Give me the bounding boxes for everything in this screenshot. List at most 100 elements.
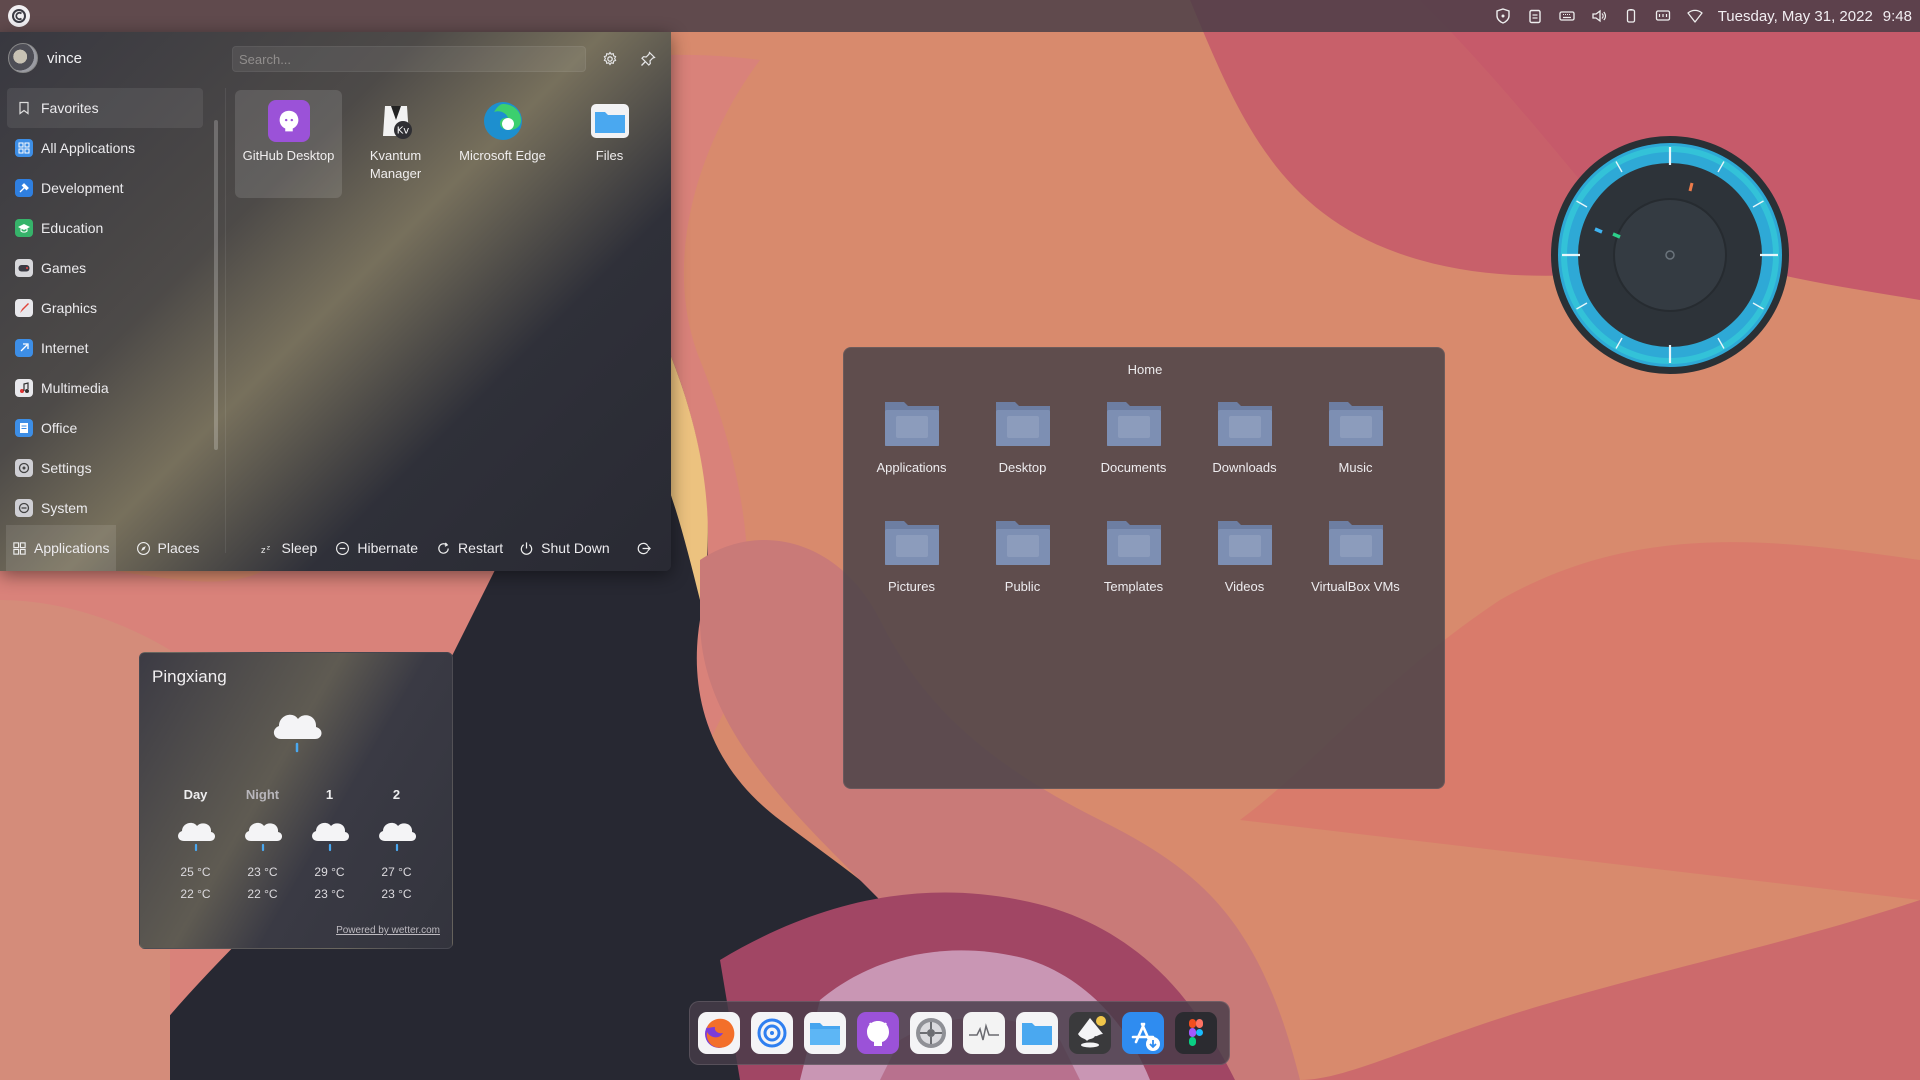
category-label: Settings xyxy=(41,460,92,476)
leave-button[interactable] xyxy=(630,525,657,571)
weather-credit-link[interactable]: Powered by wetter.com xyxy=(336,925,440,936)
forecast-high: 29 °C xyxy=(314,865,345,879)
sleep-button[interactable]: zz Sleep xyxy=(254,525,324,571)
category-education[interactable]: Education xyxy=(7,208,203,248)
gamepad-icon xyxy=(15,259,33,277)
folder-item[interactable]: VirtualBox VMs xyxy=(1300,511,1411,618)
hibernate-button[interactable]: Hibernate xyxy=(329,525,424,571)
compass-icon xyxy=(136,541,150,555)
figma-icon[interactable] xyxy=(1175,1012,1217,1054)
rain-cloud-icon xyxy=(311,822,349,852)
favorite-files[interactable]: Files xyxy=(556,90,663,198)
github-desktop-icon[interactable] xyxy=(857,1012,899,1054)
forecast-column: 1 29 °C 23 °C xyxy=(296,787,363,905)
system-monitor-icon[interactable] xyxy=(963,1012,1005,1054)
folder-videos-icon xyxy=(1217,521,1272,565)
shutdown-button[interactable]: Shut Down xyxy=(513,525,615,571)
folder-icon xyxy=(1328,521,1383,565)
weather-widget[interactable]: Pingxiang Day 25 °C 22 °C Night 23 °C 22 °C 1 2… xyxy=(139,652,453,949)
category-development[interactable]: Development xyxy=(7,168,203,208)
folder-item-label: VirtualBox VMs xyxy=(1311,579,1400,594)
forecast-label: 2 xyxy=(392,787,401,802)
divider xyxy=(225,88,226,553)
category-all-applications[interactable]: All Applications xyxy=(7,128,203,168)
clipboard-icon[interactable] xyxy=(1526,7,1544,25)
category-system[interactable]: System xyxy=(7,488,203,528)
pin-icon xyxy=(641,51,656,66)
folder-item[interactable]: Downloads xyxy=(1189,392,1300,499)
category-label: Graphics xyxy=(41,300,98,316)
forecast-label: Night xyxy=(245,787,280,802)
application-launcher-button[interactable] xyxy=(8,5,30,27)
launcher-footer: Applications Places zz Sleep Hibernate R… xyxy=(0,525,671,571)
category-multimedia[interactable]: Multimedia xyxy=(7,368,203,408)
folder-item[interactable]: Public xyxy=(967,511,1078,618)
favorite-github-desktop[interactable]: GitHub Desktop xyxy=(235,90,342,198)
folder-item-label: Public xyxy=(1004,579,1041,594)
firefox-icon[interactable] xyxy=(698,1012,740,1054)
applications-tab[interactable]: Applications xyxy=(6,525,116,571)
favorite-label: Microsoft Edge xyxy=(459,148,546,163)
network-icon[interactable] xyxy=(1686,7,1704,25)
document-icon xyxy=(15,419,33,437)
app-store-icon[interactable] xyxy=(1122,1012,1164,1054)
folder-item[interactable]: Applications xyxy=(856,392,967,499)
forecast-low: 22 °C xyxy=(180,887,211,901)
category-games[interactable]: Games xyxy=(7,248,203,288)
category-label: Multimedia xyxy=(41,380,109,396)
folder-item[interactable]: Desktop xyxy=(967,392,1078,499)
keyboard-icon[interactable] xyxy=(1558,7,1576,25)
rain-cloud-icon xyxy=(378,822,416,852)
github-desktop-icon xyxy=(267,100,310,142)
grid-icon xyxy=(15,139,33,157)
favorite-microsoft-edge[interactable]: Microsoft Edge xyxy=(449,90,556,198)
forecast-low: 23 °C xyxy=(381,887,412,901)
category-label: Education xyxy=(41,220,104,236)
category-office[interactable]: Office xyxy=(7,408,203,448)
folder-templates-icon xyxy=(1106,521,1161,565)
folder-view-title: Home xyxy=(1127,362,1163,377)
rain-cloud-icon xyxy=(273,714,322,753)
category-scrollbar[interactable] xyxy=(214,120,218,450)
category-graphics[interactable]: Graphics xyxy=(7,288,203,328)
hibernate-icon xyxy=(336,541,350,555)
top-panel: Tuesday, May 31, 2022 9:48 xyxy=(0,0,1920,32)
folder-item[interactable]: Documents xyxy=(1078,392,1189,499)
settings-icon xyxy=(15,459,33,477)
digital-clock[interactable]: Tuesday, May 31, 2022 9:48 xyxy=(1718,8,1912,25)
globe-icon xyxy=(15,339,33,357)
configure-button[interactable] xyxy=(599,48,621,70)
svg-text:Kv: Kv xyxy=(396,126,409,137)
shield-icon[interactable] xyxy=(1494,7,1512,25)
inkscape-icon[interactable] xyxy=(1069,1012,1111,1054)
dock-panel xyxy=(689,1001,1230,1065)
category-label: Office xyxy=(41,420,78,436)
forecast-low: 22 °C xyxy=(247,887,278,901)
battery-icon[interactable] xyxy=(1622,7,1640,25)
category-settings[interactable]: Settings xyxy=(7,448,203,488)
folder-view-widget: Home Applications Desktop Documents Downloa… xyxy=(843,347,1445,789)
browser-icon[interactable] xyxy=(751,1012,793,1054)
folder-icon[interactable] xyxy=(1016,1012,1058,1054)
analog-clock-widget[interactable] xyxy=(1550,135,1790,375)
system-settings-icon[interactable] xyxy=(910,1012,952,1054)
folder-item[interactable]: Templates xyxy=(1078,511,1189,618)
category-list: Favorites All Applications Development E… xyxy=(7,88,203,528)
files-icon[interactable] xyxy=(804,1012,846,1054)
weather-city: Pingxiang xyxy=(152,667,227,686)
display-icon[interactable] xyxy=(1654,7,1672,25)
category-label: Development xyxy=(41,180,124,196)
search-input[interactable] xyxy=(232,46,586,72)
restart-button[interactable]: Restart xyxy=(430,525,509,571)
places-tab[interactable]: Places xyxy=(130,525,206,571)
volume-icon[interactable] xyxy=(1590,7,1608,25)
pin-button[interactable] xyxy=(637,48,659,70)
folder-item[interactable]: Music xyxy=(1300,392,1411,499)
forecast-label: Day xyxy=(183,787,208,802)
folder-item[interactable]: Videos xyxy=(1189,511,1300,618)
favorite-kvantum-manager[interactable]: Kv Kvantum Manager xyxy=(342,90,449,198)
category-internet[interactable]: Internet xyxy=(7,328,203,368)
avatar[interactable] xyxy=(8,43,38,73)
folder-item[interactable]: Pictures xyxy=(856,511,967,618)
category-favorites[interactable]: Favorites xyxy=(7,88,203,128)
